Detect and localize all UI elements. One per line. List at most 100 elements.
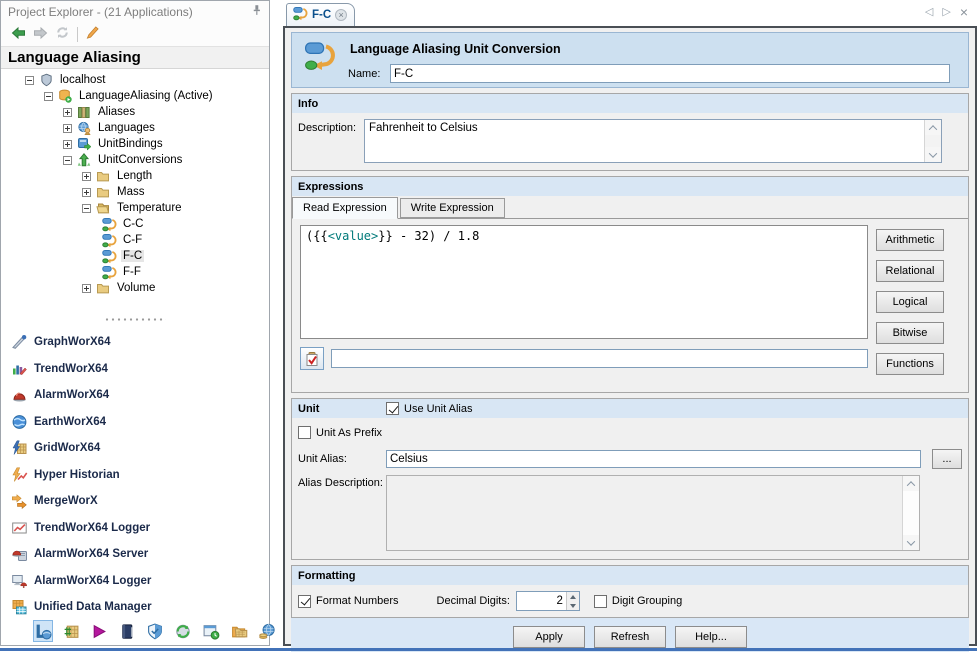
expand-icon[interactable]: [63, 108, 72, 117]
info-group-title: Info: [298, 98, 318, 110]
tab-f-c[interactable]: F-C ×: [286, 3, 355, 26]
scroll-down-icon[interactable]: [903, 535, 919, 550]
bitwise-button[interactable]: Bitwise: [876, 322, 944, 344]
app-item-unified-data-manager[interactable]: Unified Data Manager: [10, 594, 269, 617]
expression-result-field[interactable]: [331, 349, 868, 368]
expression-button-column: Arithmetic Relational Logical Bitwise Fu…: [876, 225, 944, 384]
collapse-icon[interactable]: [82, 204, 91, 213]
folder-icon: [95, 185, 111, 199]
close-document-icon[interactable]: ×: [960, 7, 968, 17]
app-item-earthworx64[interactable]: EarthWorX64: [10, 409, 269, 436]
toolbar-separator: [77, 27, 78, 42]
format-numbers-checkbox[interactable]: [298, 595, 311, 608]
formatting-group: Formatting Format Numbers Decimal Digits…: [291, 565, 969, 618]
folder-stack-icon[interactable]: [229, 620, 249, 642]
document-tab-bar: F-C × ◁ ▷ ×: [283, 0, 977, 26]
expression-editor[interactable]: ({{<value>}} - 32) / 1.8: [300, 225, 868, 339]
name-input[interactable]: [390, 64, 950, 83]
app-item-mergeworx[interactable]: MergeWorX: [10, 488, 269, 515]
tab-write-expression[interactable]: Write Expression: [400, 198, 505, 218]
expand-icon[interactable]: [63, 140, 72, 149]
pin-icon[interactable]: [250, 3, 263, 21]
unit-alias-input[interactable]: [386, 450, 921, 468]
alias-description-scrollbar[interactable]: [902, 476, 919, 550]
refresh-button[interactable]: Refresh: [594, 626, 666, 648]
apply-button[interactable]: Apply: [513, 626, 585, 648]
tree-item-length[interactable]: Length: [1, 168, 269, 184]
collapse-icon[interactable]: [44, 92, 53, 101]
unit-as-prefix-checkbox[interactable]: [298, 426, 311, 439]
refresh-icon[interactable]: [55, 25, 70, 43]
help-button[interactable]: Help...: [675, 626, 747, 648]
graphworx-icon: [10, 334, 28, 351]
check-expression-button[interactable]: [300, 347, 324, 370]
spin-up-icon[interactable]: [566, 592, 579, 601]
panel-splitter[interactable]: [1, 315, 269, 324]
tree-item-aliases[interactable]: Aliases: [1, 104, 269, 120]
app-item-alarmworx64-logger[interactable]: AlarmWorX64 Logger: [10, 568, 269, 595]
globe-sync-icon[interactable]: [173, 620, 193, 642]
tree-item-c-c[interactable]: C-C: [1, 216, 269, 232]
tree-item-f-f[interactable]: F-F: [1, 264, 269, 280]
use-unit-alias-checkbox[interactable]: [386, 402, 399, 415]
logical-button[interactable]: Logical: [876, 291, 944, 313]
scroll-up-icon[interactable]: [925, 120, 941, 135]
expand-icon[interactable]: [82, 172, 91, 181]
relational-button[interactable]: Relational: [876, 260, 944, 282]
tree-item-languagealiasing[interactable]: LanguageAliasing (Active): [1, 88, 269, 104]
security-shield-icon[interactable]: [145, 620, 165, 642]
scroll-tabs-right-icon[interactable]: ▷: [942, 5, 950, 18]
alias-description-field[interactable]: [386, 475, 920, 551]
tree-item-unitconversions[interactable]: UnitConversions: [1, 152, 269, 168]
folder-icon: [95, 281, 111, 295]
description-scrollbar[interactable]: [924, 120, 941, 162]
forward-icon[interactable]: [33, 26, 48, 43]
tree-item-f-c[interactable]: F-C: [1, 248, 269, 264]
expand-icon[interactable]: [63, 124, 72, 133]
tree-item-c-f[interactable]: C-F: [1, 232, 269, 248]
arithmetic-button[interactable]: Arithmetic: [876, 229, 944, 251]
scrollbar-track[interactable]: [903, 491, 919, 535]
unit-alias-browse-button[interactable]: ...: [932, 449, 962, 469]
scroll-up-icon[interactable]: [903, 476, 919, 491]
collapse-icon[interactable]: [25, 76, 34, 85]
app-item-gridworx64[interactable]: GridWorX64: [10, 435, 269, 462]
digit-grouping-checkbox[interactable]: [594, 595, 607, 608]
app-item-alarmworx64[interactable]: AlarmWorX64: [10, 382, 269, 409]
tree-item-unitbindings[interactable]: UnitBindings: [1, 136, 269, 152]
expand-icon[interactable]: [82, 284, 91, 293]
digit-grouping-label: Digit Grouping: [612, 595, 682, 607]
window-schedule-icon[interactable]: [201, 620, 221, 642]
book-icon[interactable]: [117, 620, 137, 642]
scroll-tabs-left-icon[interactable]: ◁: [925, 5, 933, 18]
tree-item-temperature[interactable]: Temperature: [1, 200, 269, 216]
globe-coins-icon[interactable]: [257, 620, 277, 642]
tree-item-languages[interactable]: Languages: [1, 120, 269, 136]
scroll-down-icon[interactable]: [925, 147, 941, 162]
collapse-icon[interactable]: [63, 156, 72, 165]
app-item-trendworx64[interactable]: TrendWorX64: [10, 356, 269, 383]
tab-close-icon[interactable]: ×: [335, 9, 347, 21]
tree-item-volume[interactable]: Volume: [1, 280, 269, 296]
decimal-digits-stepper[interactable]: [516, 591, 580, 611]
app-item-trendworx64-logger[interactable]: TrendWorX64 Logger: [10, 515, 269, 542]
workbench-icon[interactable]: [33, 620, 53, 642]
runtime-play-icon[interactable]: [89, 620, 109, 642]
project-explorer-titlebar: Project Explorer - (21 Applications): [1, 1, 269, 22]
functions-button[interactable]: Functions: [876, 353, 944, 375]
tree-item-label: C-C: [121, 218, 145, 230]
description-field[interactable]: Fahrenheit to Celsius: [364, 119, 942, 163]
tree-item-mass[interactable]: Mass: [1, 184, 269, 200]
spin-down-icon[interactable]: [566, 601, 579, 610]
tree-item-label: Aliases: [96, 106, 137, 118]
app-item-graphworx64[interactable]: GraphWorX64: [10, 329, 269, 356]
tree-item-localhost[interactable]: localhost: [1, 72, 269, 88]
trendworx-icon: [10, 360, 28, 377]
edit-pencil-icon[interactable]: [85, 25, 100, 43]
expand-icon[interactable]: [82, 188, 91, 197]
back-icon[interactable]: [11, 26, 26, 43]
app-item-alarmworx64-server[interactable]: AlarmWorX64 Server: [10, 541, 269, 568]
datapoints-grid-icon[interactable]: [61, 620, 81, 642]
app-item-hyper-historian[interactable]: Hyper Historian: [10, 462, 269, 489]
tab-read-expression[interactable]: Read Expression: [292, 197, 398, 219]
